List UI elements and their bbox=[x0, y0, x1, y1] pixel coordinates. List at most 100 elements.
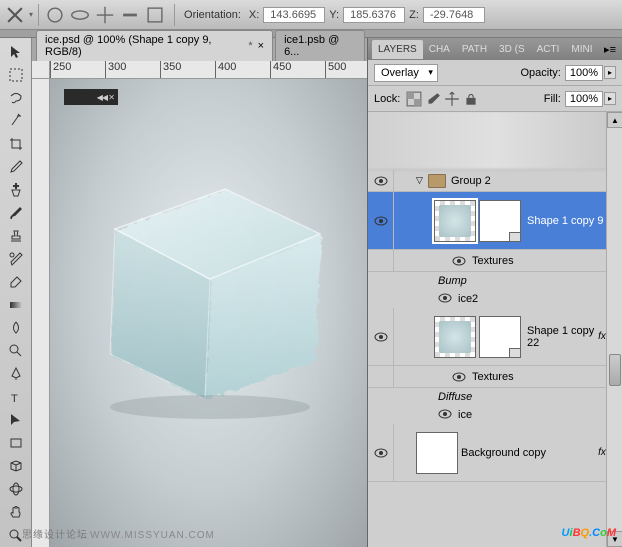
layer-name[interactable]: Background copy bbox=[461, 447, 598, 459]
ice-cube-artwork bbox=[85, 159, 335, 419]
texture-bump[interactable]: Bump bbox=[368, 272, 622, 290]
fill-label: Fill: bbox=[544, 93, 561, 105]
opacity-input[interactable]: 100% bbox=[565, 65, 603, 81]
healing-tool[interactable] bbox=[2, 179, 30, 200]
layer-group-name[interactable]: Group 2 bbox=[451, 175, 618, 187]
tab-mini[interactable]: MINI bbox=[565, 40, 598, 59]
svg-text:T: T bbox=[11, 393, 18, 405]
lock-all-icon[interactable] bbox=[463, 91, 479, 107]
brush-tool[interactable] bbox=[2, 202, 30, 223]
expand-arrow-icon[interactable]: ▽ bbox=[416, 175, 428, 186]
eyedropper-tool[interactable] bbox=[2, 156, 30, 177]
3d-roll-icon[interactable] bbox=[69, 4, 91, 26]
crop-tool[interactable] bbox=[2, 133, 30, 154]
modified-indicator: * bbox=[248, 40, 252, 52]
opacity-label: Opacity: bbox=[520, 67, 560, 79]
y-label: Y: bbox=[329, 9, 339, 21]
ruler-vertical[interactable] bbox=[32, 79, 50, 547]
tab-3d[interactable]: 3D (S bbox=[493, 40, 531, 59]
fx-badge: fx bbox=[598, 331, 606, 342]
3d-rotate-icon[interactable] bbox=[44, 4, 66, 26]
tab-paths[interactable]: PATH bbox=[456, 40, 493, 59]
type-tool[interactable]: T bbox=[2, 387, 30, 408]
doc-tab-ice1-psb[interactable]: ice1.psb @ 6... bbox=[275, 30, 365, 61]
hand-tool[interactable] bbox=[2, 502, 30, 523]
layer-thumbnail[interactable] bbox=[434, 316, 476, 358]
layer-name[interactable]: Shape 1 copy 9 bbox=[527, 215, 618, 227]
close-icon[interactable]: × bbox=[258, 40, 264, 52]
visibility-toggle[interactable] bbox=[368, 250, 394, 271]
scroll-thumb[interactable] bbox=[609, 354, 621, 386]
watermark-url: WWW.MISSYUAN.COM bbox=[90, 530, 215, 541]
visibility-toggle[interactable] bbox=[368, 308, 394, 365]
lock-position-icon[interactable] bbox=[444, 91, 460, 107]
tab-title: ice.psd @ 100% (Shape 1 copy 9, RGB/8) bbox=[45, 34, 246, 58]
textures-label[interactable]: Textures bbox=[472, 371, 618, 383]
tool-preset-icon[interactable] bbox=[4, 4, 26, 26]
scroll-up-icon[interactable]: ▲ bbox=[607, 112, 622, 128]
lasso-tool[interactable] bbox=[2, 87, 30, 108]
visibility-toggle[interactable] bbox=[368, 366, 394, 387]
tab-actions[interactable]: ACTI bbox=[531, 40, 566, 59]
doc-tab-ice-psd[interactable]: ice.psd @ 100% (Shape 1 copy 9, RGB/8) *… bbox=[36, 30, 273, 61]
stamp-tool[interactable] bbox=[2, 225, 30, 246]
history-brush-tool[interactable] bbox=[2, 248, 30, 269]
marquee-tool[interactable] bbox=[2, 64, 30, 85]
tab-channels[interactable]: CHA bbox=[423, 40, 456, 59]
3d-camera-tool[interactable] bbox=[2, 479, 30, 500]
eraser-tool[interactable] bbox=[2, 271, 30, 292]
textures-label[interactable]: Textures bbox=[472, 255, 618, 267]
watermark-cn: 思缘设计论坛 bbox=[22, 526, 88, 541]
dodge-tool[interactable] bbox=[2, 341, 30, 362]
shape-tool[interactable] bbox=[2, 433, 30, 454]
visibility-toggle[interactable] bbox=[368, 170, 394, 191]
fill-flyout[interactable]: ▸ bbox=[604, 92, 616, 105]
layer-shape-copy-9[interactable]: Shape 1 copy 9 bbox=[368, 192, 622, 250]
layer-name[interactable]: Shape 1 copy 22 bbox=[527, 325, 598, 349]
canvas[interactable]: ◀◀ ✕ bbox=[50, 79, 367, 547]
layers-list: ▽ Group 2 Shape 1 copy 9 Textur bbox=[368, 112, 622, 547]
visibility-toggle[interactable] bbox=[368, 192, 394, 249]
navigator-proxy[interactable]: ◀◀ ✕ bbox=[64, 89, 118, 105]
vector-mask-thumbnail[interactable] bbox=[479, 316, 521, 358]
layer-shape-copy-22[interactable]: Shape 1 copy 22 fx ▽ bbox=[368, 308, 622, 366]
tab-layers[interactable]: LAYERS bbox=[372, 40, 423, 59]
ruler-origin[interactable] bbox=[32, 61, 50, 79]
fx-badge: fx bbox=[598, 447, 606, 458]
fill-input[interactable]: 100% bbox=[565, 91, 603, 107]
opacity-flyout[interactable]: ▸ bbox=[604, 66, 616, 79]
panel-menu-icon[interactable]: ▸≡ bbox=[604, 43, 616, 56]
texture-ice2[interactable]: ice2 bbox=[368, 290, 622, 308]
blurred-layers bbox=[368, 112, 622, 170]
move-tool[interactable] bbox=[2, 41, 30, 62]
x-label: X: bbox=[249, 9, 259, 21]
lock-pixels-icon[interactable] bbox=[425, 91, 441, 107]
blend-mode-select[interactable]: Overlay bbox=[374, 64, 438, 82]
gradient-tool[interactable] bbox=[2, 295, 30, 316]
layer-thumbnail[interactable] bbox=[434, 200, 476, 242]
3d-tool[interactable] bbox=[2, 456, 30, 477]
3d-scale-icon[interactable] bbox=[144, 4, 166, 26]
path-select-tool[interactable] bbox=[2, 410, 30, 431]
layers-scrollbar[interactable]: ▲ ▼ bbox=[606, 112, 622, 547]
visibility-toggle[interactable] bbox=[368, 424, 394, 481]
orientation-label: Orientation: bbox=[184, 9, 241, 21]
texture-diffuse[interactable]: Diffuse bbox=[368, 388, 622, 406]
y-value-input[interactable]: 185.6376 bbox=[343, 7, 405, 23]
toolbox: T bbox=[0, 38, 32, 547]
layer-thumbnail[interactable] bbox=[416, 432, 458, 474]
z-value-input[interactable]: -29.7648 bbox=[423, 7, 485, 23]
blur-tool[interactable] bbox=[2, 318, 30, 339]
vector-mask-thumbnail[interactable] bbox=[479, 200, 521, 242]
3d-slide-icon[interactable] bbox=[119, 4, 141, 26]
x-value-input[interactable]: 143.6695 bbox=[263, 7, 325, 23]
lock-transparency-icon[interactable] bbox=[406, 91, 422, 107]
z-label: Z: bbox=[409, 9, 419, 21]
folder-icon bbox=[428, 174, 446, 188]
pen-tool[interactable] bbox=[2, 364, 30, 385]
layer-background-copy[interactable]: Background copy fx ▽ bbox=[368, 424, 622, 482]
wand-tool[interactable] bbox=[2, 110, 30, 131]
texture-ice[interactable]: ice bbox=[368, 406, 622, 424]
3d-pan-icon[interactable] bbox=[94, 4, 116, 26]
ruler-horizontal[interactable]: 250 300 350 400 450 500 bbox=[50, 61, 367, 79]
